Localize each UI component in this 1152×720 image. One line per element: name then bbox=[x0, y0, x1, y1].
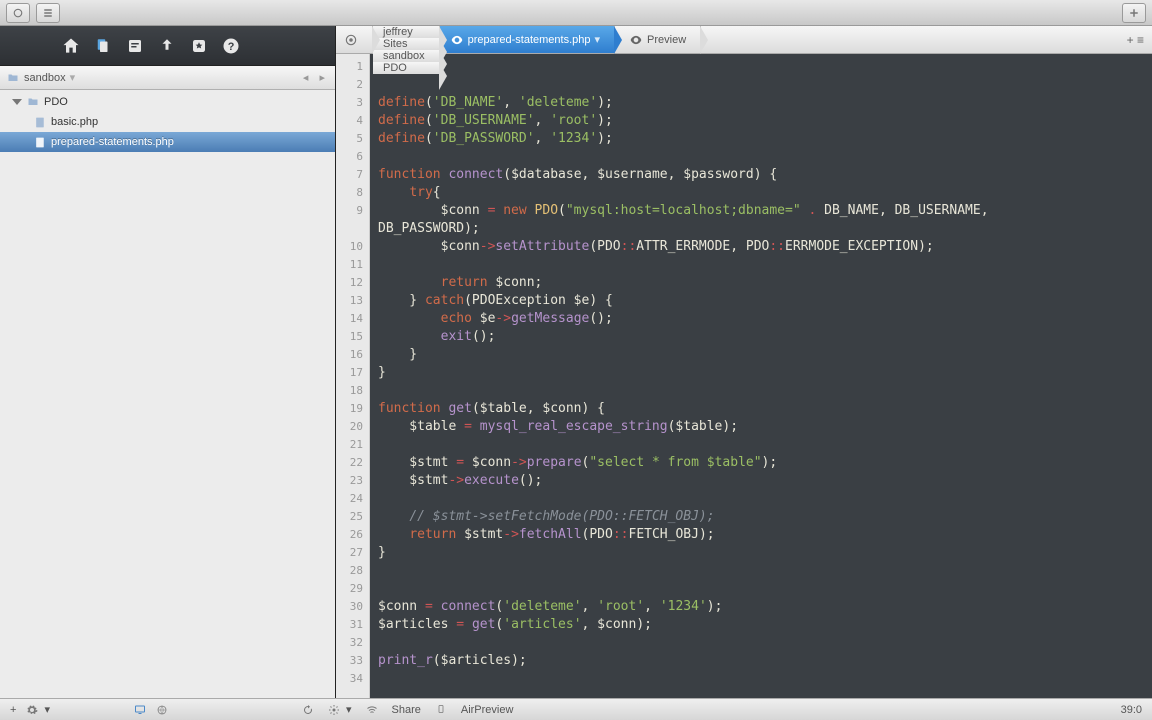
php-file-icon bbox=[34, 116, 47, 129]
status-gear2-icon[interactable]: ▾ bbox=[328, 703, 352, 716]
tree-folder[interactable]: PDO bbox=[0, 92, 335, 112]
eye-icon bbox=[450, 33, 464, 47]
path-bar: jeffreySitessandboxPDO prepared-statemen… bbox=[336, 26, 1152, 54]
status-globe-icon[interactable] bbox=[156, 704, 168, 716]
tb-list-icon[interactable] bbox=[36, 3, 60, 23]
tb-layout-icon[interactable] bbox=[6, 3, 30, 23]
file-tree: PDO basic.php prepared-statements.php bbox=[0, 90, 335, 698]
status-gear-icon[interactable]: ▾ bbox=[26, 703, 50, 716]
sidebar-toolbar: ? bbox=[0, 26, 335, 66]
status-share[interactable]: Share bbox=[392, 704, 421, 716]
editor-pane: jeffreySitessandboxPDO prepared-statemen… bbox=[336, 26, 1152, 698]
tree-file[interactable]: prepared-statements.php bbox=[0, 132, 335, 152]
crumb-preview[interactable]: Preview bbox=[619, 26, 701, 53]
status-cursor-position: 39:0 bbox=[1121, 704, 1142, 716]
star-icon[interactable] bbox=[188, 35, 210, 57]
crumb-target-icon[interactable] bbox=[336, 26, 373, 53]
crumb-active-file[interactable]: prepared-statements.php ▾ bbox=[440, 26, 615, 53]
crumb-preview-label: Preview bbox=[647, 34, 686, 46]
status-wifi-icon[interactable] bbox=[366, 704, 378, 716]
breadcrumb-item[interactable]: jeffrey bbox=[373, 26, 440, 38]
breadcrumb-item[interactable]: Sites bbox=[373, 38, 440, 50]
line-gutter: 1234567891011121314151617181920212223242… bbox=[336, 54, 370, 698]
status-monitor-icon[interactable] bbox=[134, 704, 146, 716]
sidebar: ? sandbox ▾ ◂ ▸ PDO basic.php prepared-st… bbox=[0, 26, 336, 698]
disclosure-triangle-icon[interactable] bbox=[12, 99, 22, 105]
status-bar: + ▾ ▾ Share AirPreview 39:0 bbox=[0, 698, 1152, 720]
folder-icon bbox=[6, 72, 20, 84]
status-device-icon[interactable] bbox=[435, 704, 447, 716]
tree-file-label: prepared-statements.php bbox=[51, 136, 174, 148]
code-area[interactable]: 1234567891011121314151617181920212223242… bbox=[336, 54, 1152, 698]
upload-icon[interactable] bbox=[156, 35, 178, 57]
home-icon[interactable] bbox=[60, 35, 82, 57]
note-icon[interactable] bbox=[124, 35, 146, 57]
breadcrumb-item[interactable]: PDO bbox=[373, 62, 440, 74]
pathbar-right-controls[interactable]: + ≡ bbox=[1119, 26, 1152, 53]
breadcrumb-item[interactable]: sandbox bbox=[373, 50, 440, 62]
status-add-icon[interactable]: + bbox=[10, 704, 16, 716]
nav-arrows[interactable]: ◂ ▸ bbox=[303, 71, 329, 84]
sidebar-path-bar[interactable]: sandbox ▾ ◂ ▸ bbox=[0, 66, 335, 90]
tree-file-label: basic.php bbox=[51, 116, 98, 128]
folder-icon bbox=[26, 96, 40, 108]
tree-file[interactable]: basic.php bbox=[0, 112, 335, 132]
code-content[interactable]: <?php define('DB_NAME', 'deleteme');defi… bbox=[370, 54, 1152, 698]
svg-text:?: ? bbox=[228, 41, 235, 53]
tree-folder-label: PDO bbox=[44, 96, 68, 108]
window-titlebar bbox=[0, 0, 1152, 26]
files-icon[interactable] bbox=[92, 35, 114, 57]
php-file-icon bbox=[34, 136, 47, 149]
eye-icon bbox=[629, 33, 643, 47]
sidebar-path-label: sandbox bbox=[24, 72, 66, 84]
crumb-active-label: prepared-statements.php bbox=[468, 34, 591, 46]
status-airpreview[interactable]: AirPreview bbox=[461, 704, 514, 716]
tb-add-icon[interactable] bbox=[1122, 3, 1146, 23]
help-icon[interactable]: ? bbox=[220, 35, 242, 57]
target-icon bbox=[344, 33, 358, 47]
status-refresh-icon[interactable] bbox=[302, 704, 314, 716]
